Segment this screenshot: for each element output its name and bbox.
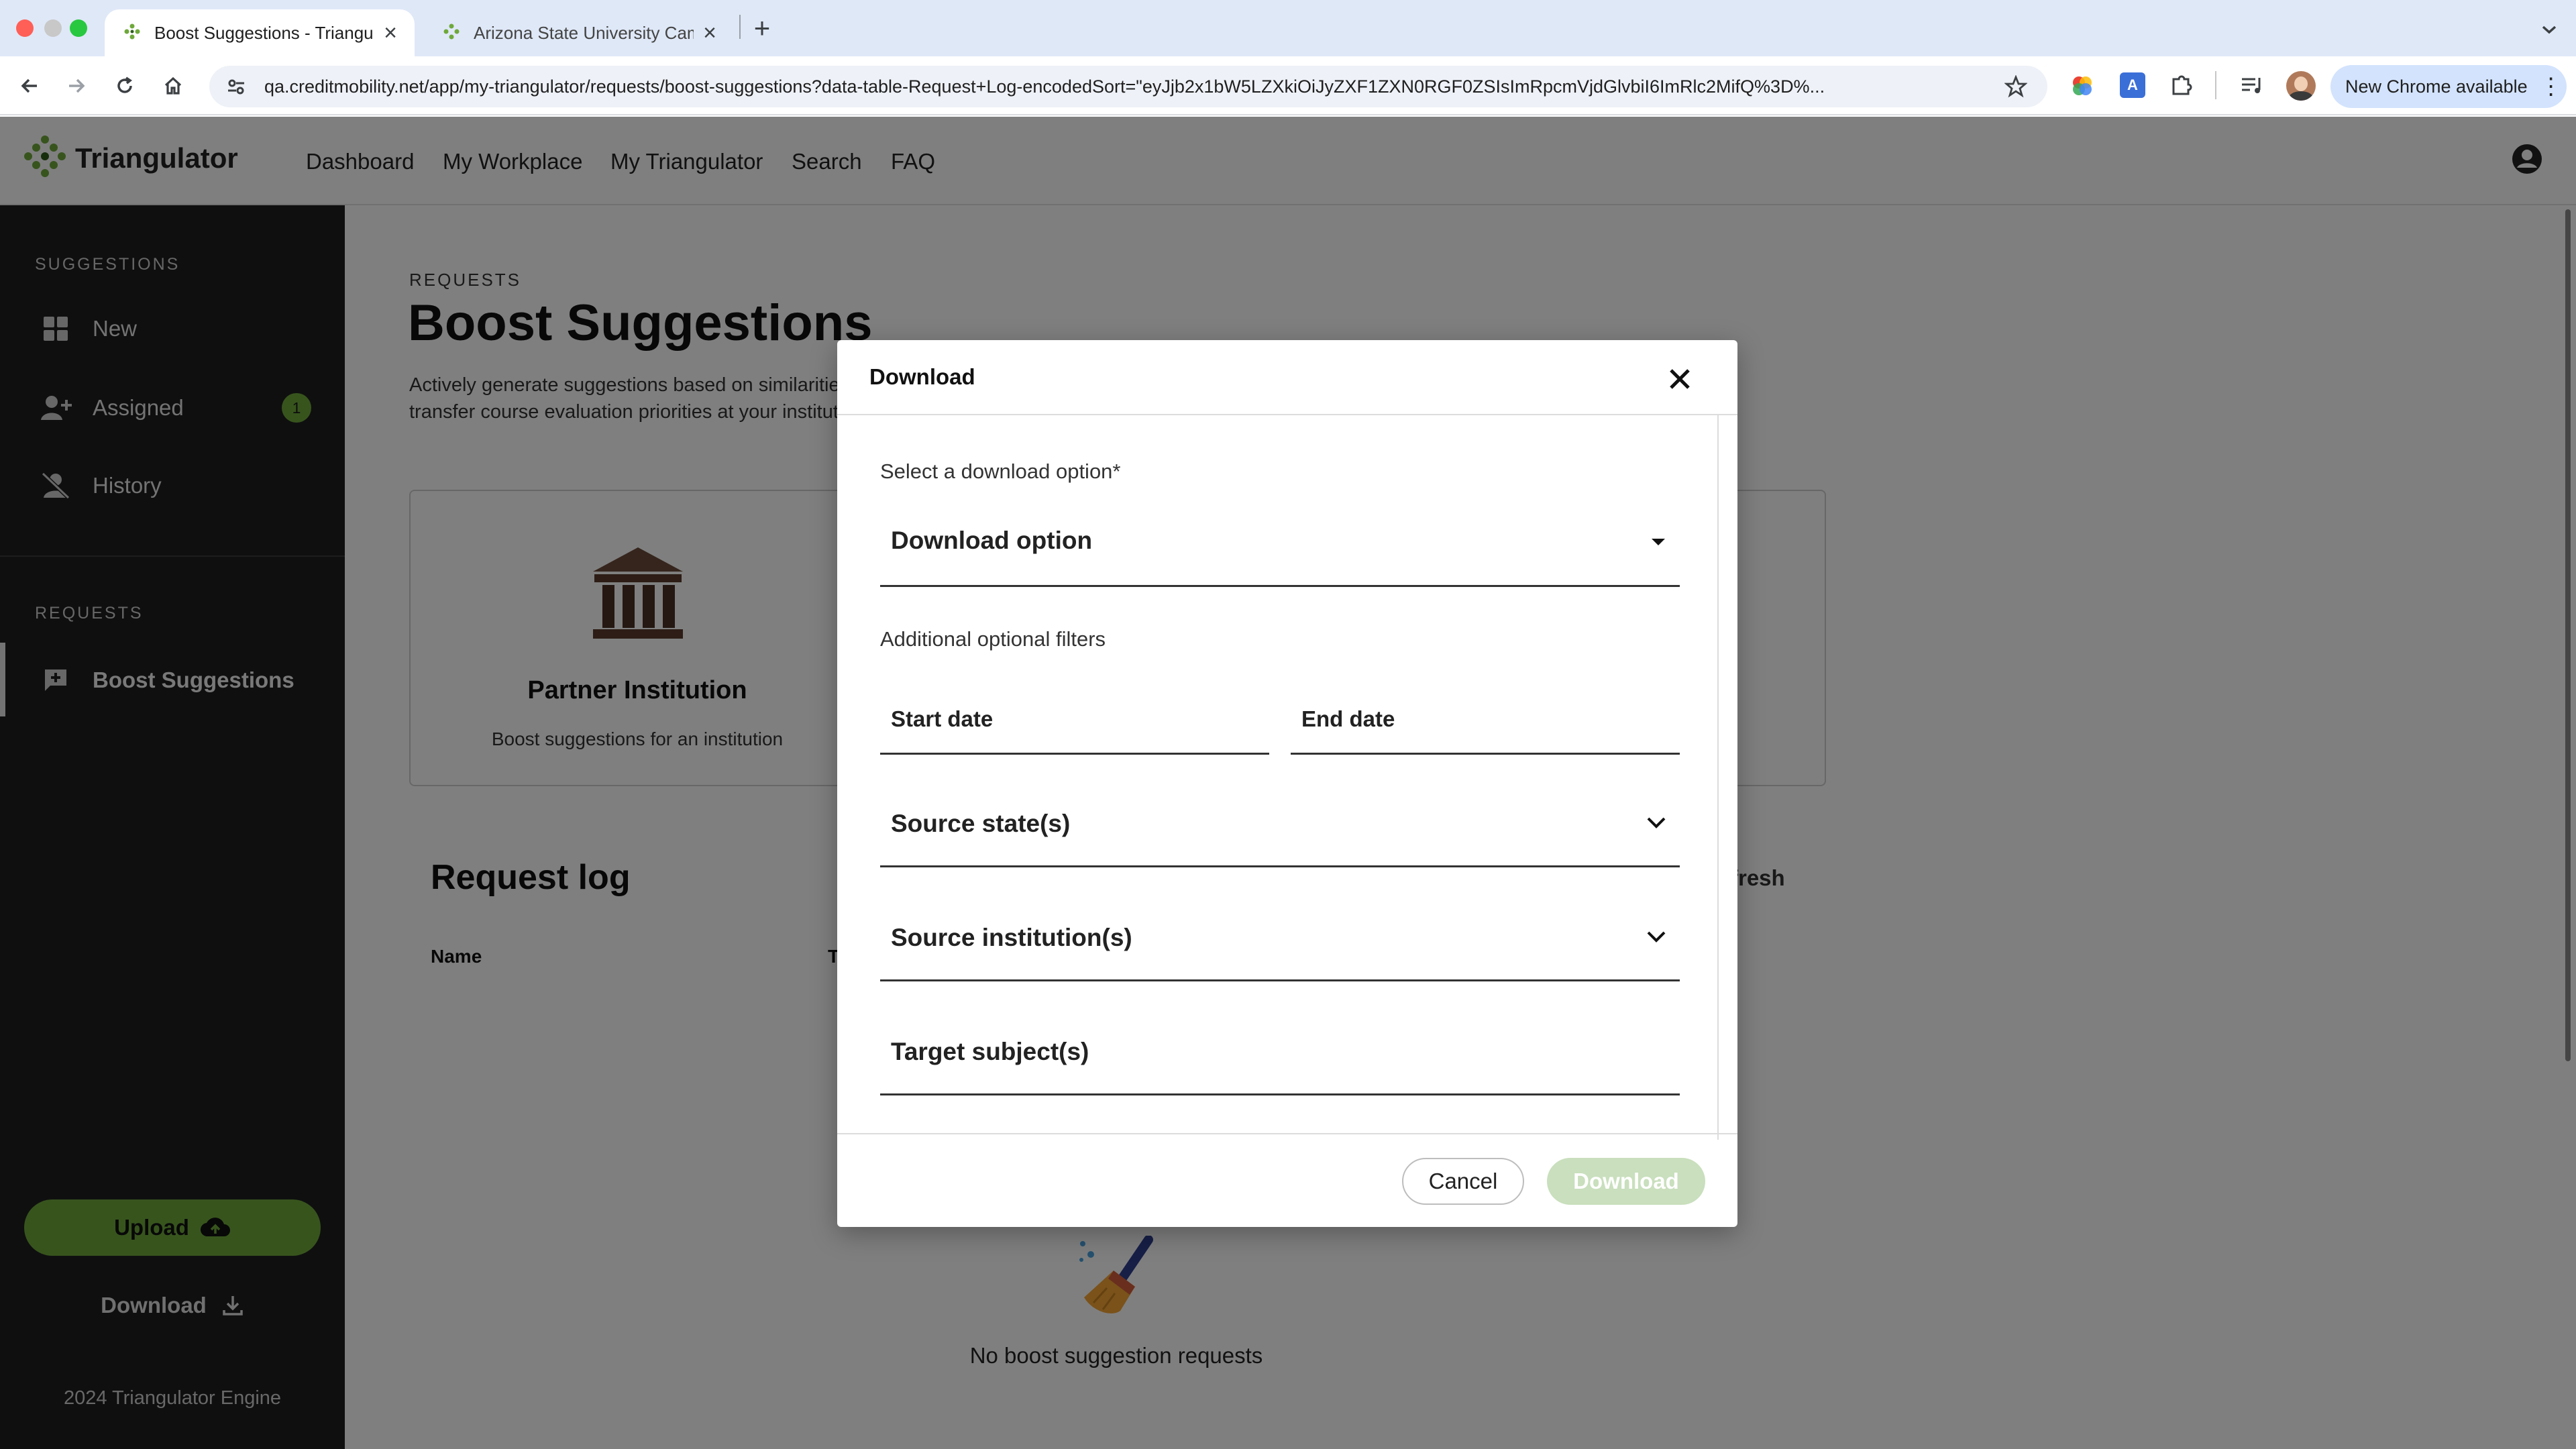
profile-avatar[interactable] xyxy=(2286,71,2316,101)
home-icon[interactable] xyxy=(154,67,192,105)
tab-search-chevron-icon[interactable] xyxy=(2534,15,2564,44)
back-arrow-icon[interactable] xyxy=(11,67,48,105)
chevron-down-icon xyxy=(1647,931,1666,943)
extensions-puzzle-icon[interactable] xyxy=(2168,71,2196,99)
window-zoom-button[interactable] xyxy=(70,19,87,37)
download-dialog: Download Select a download option* Downl… xyxy=(837,340,1737,1227)
source-states-select[interactable]: Source state(s) xyxy=(880,777,1680,867)
tab-divider xyxy=(739,15,741,39)
caret-down-icon xyxy=(1652,539,1665,545)
source-institutions-select[interactable]: Source institution(s) xyxy=(880,892,1680,981)
triangulator-favicon-icon xyxy=(124,23,140,40)
end-date-label: End date xyxy=(1301,706,1395,731)
tab-title: Arizona State University Cam xyxy=(474,22,694,43)
chrome-update-label: New Chrome available xyxy=(2345,76,2528,97)
start-date-field[interactable]: Start date xyxy=(880,684,1269,755)
end-date-field[interactable]: End date xyxy=(1291,684,1680,755)
cancel-button[interactable]: Cancel xyxy=(1402,1158,1524,1205)
forward-arrow-icon[interactable] xyxy=(58,67,95,105)
tab-arizona-state[interactable]: Arizona State University Cam × xyxy=(424,9,734,56)
dialog-title: Download xyxy=(869,364,975,389)
source-states-label: Source state(s) xyxy=(891,810,1071,837)
dialog-header-divider xyxy=(837,414,1737,415)
chrome-update-button[interactable]: New Chrome available ⋮ xyxy=(2330,65,2567,108)
tab-title: Boost Suggestions - Triangul xyxy=(154,22,375,43)
download-button[interactable]: Download xyxy=(1547,1158,1705,1205)
bookmark-star-icon[interactable] xyxy=(2004,75,2027,98)
site-info-icon[interactable] xyxy=(225,76,247,97)
new-tab-icon[interactable]: + xyxy=(749,9,775,47)
close-tab-icon[interactable]: × xyxy=(703,20,716,46)
chevron-down-icon xyxy=(1647,817,1666,828)
download-option-placeholder: Download option xyxy=(891,527,1093,554)
start-date-label: Start date xyxy=(891,706,994,731)
close-icon[interactable] xyxy=(1661,360,1699,398)
reload-icon[interactable] xyxy=(106,67,144,105)
url-text: qa.creditmobility.net/app/my-triangulato… xyxy=(264,76,1825,97)
color-extension-icon[interactable] xyxy=(2069,72,2096,99)
media-control-icon[interactable] xyxy=(2238,71,2266,99)
source-institutions-label: Source institution(s) xyxy=(891,924,1132,951)
dialog-scrollbar[interactable] xyxy=(1717,415,1719,1140)
target-subjects-label: Target subject(s) xyxy=(891,1038,1089,1065)
more-menu-icon: ⋮ xyxy=(2539,74,2563,99)
download-option-label: Select a download option* xyxy=(880,460,1121,483)
address-bar[interactable]: qa.creditmobility.net/app/my-triangulato… xyxy=(209,66,2047,107)
window-close-button[interactable] xyxy=(16,19,34,37)
dialog-footer-divider xyxy=(837,1133,1737,1134)
tab-boost-suggestions[interactable]: Boost Suggestions - Triangul × xyxy=(105,9,415,56)
target-subjects-field[interactable]: Target subject(s) xyxy=(880,1006,1680,1095)
close-tab-icon[interactable]: × xyxy=(384,20,397,46)
toolbar-divider xyxy=(2215,71,2216,99)
download-option-select[interactable]: Download option xyxy=(880,497,1680,587)
window-minimize-button[interactable] xyxy=(44,19,62,37)
optional-filters-label: Additional optional filters xyxy=(880,627,1106,651)
translate-extension-icon[interactable]: A xyxy=(2120,72,2145,98)
triangulator-favicon-icon xyxy=(443,23,460,40)
